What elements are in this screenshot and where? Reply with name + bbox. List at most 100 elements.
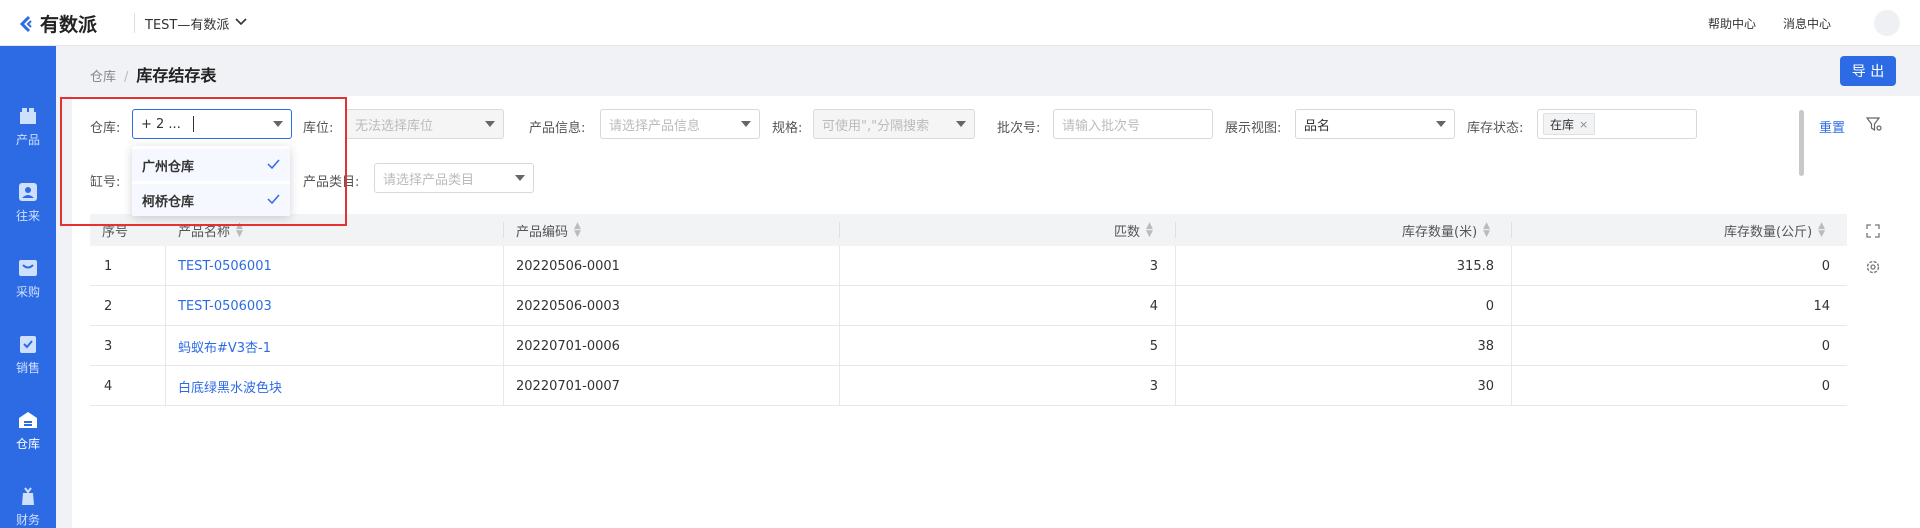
col-header-code[interactable]: 产品编码 ▲ ▼ xyxy=(516,214,581,246)
sidebar-item-sales[interactable]: 销售 xyxy=(0,324,56,384)
filter-scrollbar[interactable] xyxy=(1799,110,1804,176)
chevron-down-icon xyxy=(741,121,751,127)
location-select[interactable]: 无法选择库位 xyxy=(346,109,504,139)
sidebar-item-warehouse[interactable]: 仓库 xyxy=(0,400,56,460)
logo-icon xyxy=(19,15,32,32)
reset-link[interactable]: 重置 xyxy=(1819,117,1845,136)
status-tag[interactable]: 在库 × xyxy=(1543,113,1596,135)
export-button[interactable]: 导 出 xyxy=(1840,56,1896,86)
chevron-down-icon xyxy=(956,121,966,127)
dropdown-option-guangzhou[interactable]: 广州仓库 xyxy=(132,149,290,181)
check-icon xyxy=(267,193,280,208)
cell-meters: 38 xyxy=(1477,338,1494,354)
cell-no: 1 xyxy=(104,258,113,274)
logo-text: 有数派 xyxy=(40,14,98,36)
sidebar-item-label: 仓库 xyxy=(15,436,40,451)
logo[interactable]: 有数派 xyxy=(18,10,97,37)
chevron-down-icon xyxy=(1436,121,1446,127)
sort-icon[interactable]: ▲ ▼ xyxy=(1483,222,1490,239)
cell-meters: 30 xyxy=(1477,378,1494,394)
sort-icon[interactable]: ▲ ▼ xyxy=(236,222,243,239)
tenant-switcher[interactable]: TEST—有数派 xyxy=(134,13,247,33)
spec-label: 规格: xyxy=(772,121,803,136)
table-row[interactable]: 3 蚂蚁布#V3杏-1 20220701-0006 5 38 0 xyxy=(90,326,1847,366)
sidebar-item-contacts[interactable]: 往来 xyxy=(0,172,56,232)
table-row[interactable]: 4 白底绿黑水波色块 20220701-0007 3 30 0 xyxy=(90,366,1847,406)
cell-meters: 0 xyxy=(1485,298,1494,314)
gear-icon[interactable] xyxy=(1865,259,1881,279)
warehouse-dropdown: 广州仓库 柯桥仓库 xyxy=(132,146,290,216)
col-header-kg[interactable]: 库存数量(公斤) ▲ ▼ xyxy=(1724,214,1825,246)
cell-kg: 0 xyxy=(1821,258,1830,274)
vat-label: 缸号: xyxy=(90,175,121,190)
batch-input[interactable]: 请输入批次号 xyxy=(1053,109,1213,139)
category-label: 产品类目: xyxy=(303,175,360,190)
sort-icon[interactable]: ▲ ▼ xyxy=(1146,222,1153,239)
table-row[interactable]: 1 TEST-0506001 20220506-0001 3 315.8 0 xyxy=(90,246,1847,286)
stock-status-select[interactable]: 在库 × xyxy=(1537,109,1697,139)
chevron-down-icon xyxy=(515,175,525,181)
cell-product-name[interactable]: TEST-0506001 xyxy=(178,246,272,286)
warehouse-select-value: + 2 ... xyxy=(141,116,181,132)
avatar[interactable] xyxy=(1874,10,1900,36)
product-icon xyxy=(20,107,36,124)
close-icon[interactable]: × xyxy=(1579,118,1588,131)
cell-product-name[interactable]: 白底绿黑水波色块 xyxy=(178,366,282,406)
location-label: 库位: xyxy=(303,121,334,136)
cell-product-name[interactable]: TEST-0506003 xyxy=(178,286,272,326)
view-select-value: 品名 xyxy=(1304,118,1331,134)
table-header: 序号 产品名称 ▲ ▼ 产品编码 ▲ ▼ 匹数 ▲ ▼ 库存数量(米) ▲ ▼ 库存数量(公斤)… xyxy=(90,214,1847,246)
cell-kg: 14 xyxy=(1813,298,1830,314)
cell-divider xyxy=(165,326,166,366)
spec-select[interactable]: 可使用","分隔搜索 xyxy=(813,109,975,139)
product-info-label: 产品信息: xyxy=(529,121,586,136)
sort-icon[interactable]: ▲ ▼ xyxy=(574,222,581,239)
column-divider xyxy=(839,222,840,238)
col-header-name[interactable]: 产品名称 ▲ ▼ xyxy=(178,214,243,246)
batch-label: 批次号: xyxy=(997,121,1041,136)
option-label: 广州仓库 xyxy=(142,159,195,175)
col-header-pieces[interactable]: 匹数 ▲ ▼ xyxy=(1114,214,1153,246)
option-label: 柯桥仓库 xyxy=(142,194,195,210)
warehouse-select[interactable]: + 2 ... xyxy=(132,109,292,139)
sidebar-item-finance[interactable]: 财务 xyxy=(0,476,56,528)
view-label: 展示视图: xyxy=(1225,121,1282,136)
fullscreen-icon[interactable] xyxy=(1866,224,1880,242)
cell-divider xyxy=(503,246,504,286)
status-tag-label: 在库 xyxy=(1550,117,1575,132)
batch-placeholder: 请输入批次号 xyxy=(1062,118,1141,134)
finance-icon xyxy=(22,486,34,505)
column-divider xyxy=(503,222,504,238)
product-info-select[interactable]: 请选择产品信息 xyxy=(600,109,760,139)
message-center-link[interactable]: 消息中心 xyxy=(1783,15,1831,32)
chevron-down-icon xyxy=(273,121,283,127)
cell-divider xyxy=(165,286,166,326)
help-center-link[interactable]: 帮助中心 xyxy=(1708,15,1756,32)
category-select[interactable]: 请选择产品类目 xyxy=(374,163,534,193)
sort-icon[interactable]: ▲ ▼ xyxy=(1818,222,1825,239)
col-header-meters[interactable]: 库存数量(米) ▲ ▼ xyxy=(1402,214,1490,246)
sidebar-item-purchase[interactable]: 采购 xyxy=(0,248,56,308)
breadcrumb-separator: / xyxy=(124,70,129,85)
col-header-no: 序号 xyxy=(102,224,129,240)
warehouse-label: 仓库: xyxy=(90,121,121,136)
dropdown-option-keqiao[interactable]: 柯桥仓库 xyxy=(132,184,290,216)
contacts-icon xyxy=(19,182,37,201)
text-cursor xyxy=(192,116,194,132)
page-header: 仓库 / 库存结存表 导 出 xyxy=(56,46,1920,96)
cell-product-name[interactable]: 蚂蚁布#V3杏-1 xyxy=(178,326,271,366)
sidebar-item-product[interactable]: 产品 xyxy=(0,96,56,156)
sidebar-item-label: 产品 xyxy=(15,132,40,147)
breadcrumb-parent[interactable]: 仓库 xyxy=(90,70,116,85)
sidebar-item-label: 财务 xyxy=(15,512,40,527)
location-placeholder: 无法选择库位 xyxy=(355,118,434,134)
stock-status-label: 库存状态: xyxy=(1467,121,1524,136)
view-select[interactable]: 品名 xyxy=(1295,109,1455,139)
cell-kg: 0 xyxy=(1821,378,1830,394)
cell-no: 3 xyxy=(104,338,113,354)
cell-divider xyxy=(165,366,166,406)
filter-settings-icon[interactable] xyxy=(1865,116,1882,136)
page-title: 库存结存表 xyxy=(136,66,217,85)
table-row[interactable]: 2 TEST-0506003 20220506-0003 4 0 14 xyxy=(90,286,1847,326)
column-divider xyxy=(1175,222,1176,238)
